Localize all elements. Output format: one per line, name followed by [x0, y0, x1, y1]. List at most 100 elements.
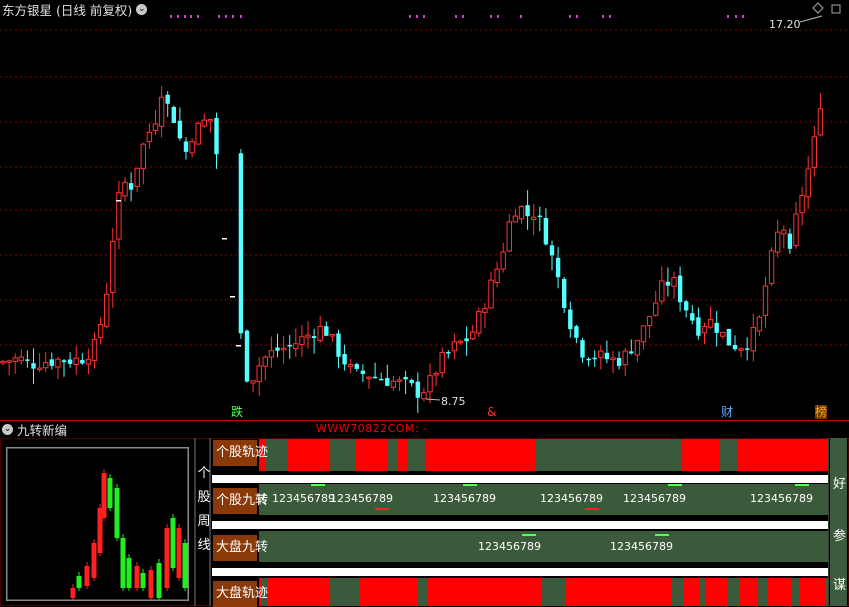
candle-body-down — [25, 359, 30, 361]
candle-body-down — [342, 354, 347, 365]
candle-body-down — [214, 117, 219, 155]
candle-body-up — [451, 341, 458, 352]
candlestick-chart[interactable]: 17.20 8.75 — [0, 0, 849, 420]
weekly-body — [76, 576, 82, 588]
nine-seq: 123456789 — [272, 492, 335, 505]
weekly-mini-chart[interactable] — [6, 447, 189, 601]
panel-divider[interactable] — [0, 420, 849, 421]
weekly-candles — [6, 447, 189, 601]
signal-dot — [184, 15, 186, 18]
candle-body-up — [348, 364, 354, 368]
candle-body-down — [80, 360, 85, 364]
row-divider-strip — [212, 521, 828, 529]
candle-body-down — [562, 278, 567, 308]
weekly-body — [101, 473, 107, 518]
diamond-icon[interactable] — [812, 2, 824, 14]
candle-body-down — [555, 257, 561, 278]
candle-body-up — [634, 340, 641, 356]
row-label-stock-nine: 个股九转 — [213, 488, 268, 514]
candle-body-down — [549, 245, 555, 256]
high-marker-line — [799, 15, 823, 23]
signal-tick — [795, 484, 809, 486]
candle-body-down — [732, 344, 738, 350]
candle-body-up — [390, 380, 397, 388]
candle-body-down — [580, 340, 585, 358]
signal-dot — [225, 15, 227, 18]
candle-body-down — [403, 376, 408, 380]
signal-dot — [727, 15, 729, 18]
low-marker-label: 8.75 — [441, 395, 466, 408]
candle-body-up — [152, 123, 159, 131]
candle-body-up — [116, 192, 122, 240]
candle-body-up — [256, 365, 262, 383]
candle-body-up — [36, 367, 43, 371]
candle-body-up — [0, 360, 6, 364]
candle-body-up — [659, 280, 665, 302]
chevron-down-icon[interactable]: ⌄ — [2, 424, 13, 435]
candle-body-up — [793, 213, 799, 247]
signal-dot — [569, 15, 571, 18]
signal-dot — [197, 15, 199, 18]
candle-body-down — [49, 359, 54, 366]
candle-body-up — [671, 277, 677, 287]
candle-body-down — [238, 153, 244, 334]
weekly-body — [182, 543, 188, 588]
candle-body-up — [805, 168, 811, 198]
candle-body-up — [799, 194, 805, 214]
candle-body-down — [537, 215, 542, 218]
candle-body-up — [427, 375, 433, 393]
signal-segment — [566, 578, 672, 606]
signal-segment — [800, 578, 826, 606]
candle-body-up — [518, 205, 525, 220]
candle-body-up — [366, 376, 372, 380]
candle-body-up — [195, 122, 201, 145]
right-char-can: 参 — [833, 529, 847, 544]
right-char-hao: 好 — [833, 477, 847, 492]
candle-body-down — [311, 336, 317, 339]
tag-symbol: & — [487, 405, 497, 419]
low-marker-line — [425, 398, 441, 401]
weekly-body — [91, 543, 97, 578]
candle-body-up — [756, 316, 763, 332]
candle-body-up — [622, 350, 628, 366]
candle-body-up — [470, 331, 476, 340]
candle-body-down — [287, 344, 292, 347]
weekly-body — [176, 528, 182, 578]
expand-icon[interactable] — [831, 4, 841, 14]
candle-body-up — [457, 340, 464, 344]
signal-dot — [190, 15, 192, 18]
candle-body-down — [525, 205, 530, 217]
nine-seq: 123456789 — [433, 492, 496, 505]
candle-body-up — [280, 347, 287, 351]
candle-body-down — [787, 233, 793, 249]
candle-body-up — [317, 325, 323, 341]
signal-segment — [706, 578, 727, 606]
candle-body-down — [415, 381, 420, 398]
signal-dot — [177, 15, 179, 18]
signal-tick — [375, 508, 389, 510]
high-marker-label: 17.20 — [769, 18, 801, 31]
signal-tick — [585, 508, 599, 510]
candle-body-down — [360, 370, 366, 374]
candle-body-down — [604, 352, 610, 360]
candle-body-down — [464, 338, 469, 342]
signal-dot — [520, 15, 522, 18]
weekly-body — [84, 566, 90, 586]
left-vertical-label: 个 股 周 线 — [197, 462, 211, 558]
signal-tick — [655, 534, 669, 536]
candle-body-up — [775, 231, 781, 253]
market-nine-seq: 123456789 — [610, 540, 673, 553]
candle-body-down — [183, 141, 189, 152]
candle-body-down — [696, 317, 701, 336]
candle-body-up — [512, 215, 519, 223]
flat-candle — [230, 296, 235, 298]
candle-body-up — [104, 293, 110, 327]
weekly-body — [114, 488, 120, 538]
candle-body-up — [18, 356, 25, 362]
chevron-down-icon[interactable]: ⌄ — [136, 3, 148, 15]
signal-dot — [735, 15, 737, 18]
candle-body-down — [665, 281, 671, 286]
weekly-body — [70, 588, 76, 598]
candle-body-up — [73, 357, 79, 366]
nine-seq: 123456789 — [623, 492, 686, 505]
